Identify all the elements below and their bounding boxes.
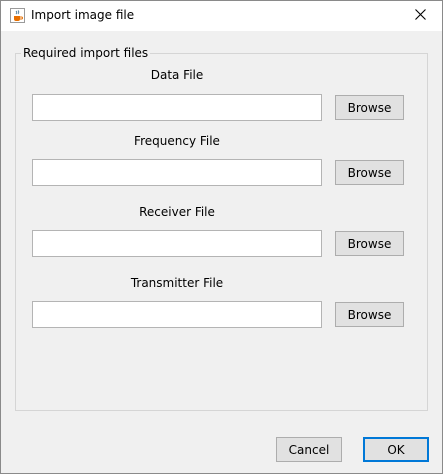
- transmitter-file-label: Transmitter File: [130, 276, 224, 290]
- transmitter-file-browse-button[interactable]: Browse: [335, 302, 404, 327]
- data-file-input[interactable]: [32, 94, 322, 121]
- ok-button[interactable]: OK: [363, 437, 429, 462]
- receiver-file-input[interactable]: [32, 230, 322, 257]
- transmitter-file-input[interactable]: [32, 301, 322, 328]
- data-file-browse-button[interactable]: Browse: [335, 95, 404, 120]
- java-cup-icon: [10, 8, 25, 23]
- data-file-label: Data File: [150, 68, 204, 82]
- receiver-file-label: Receiver File: [139, 205, 215, 219]
- close-icon: [414, 9, 426, 23]
- import-dialog: Import image file Required import files …: [0, 0, 443, 474]
- frequency-file-label: Frequency File: [134, 134, 220, 148]
- close-button[interactable]: [398, 1, 442, 31]
- cancel-button[interactable]: Cancel: [276, 437, 342, 462]
- title-bar[interactable]: Import image file: [1, 1, 442, 31]
- receiver-file-browse-button[interactable]: Browse: [335, 231, 404, 256]
- frequency-file-input[interactable]: [32, 159, 322, 186]
- window-title: Import image file: [31, 8, 135, 22]
- frequency-file-browse-button[interactable]: Browse: [335, 160, 404, 185]
- group-title: Required import files: [21, 45, 151, 61]
